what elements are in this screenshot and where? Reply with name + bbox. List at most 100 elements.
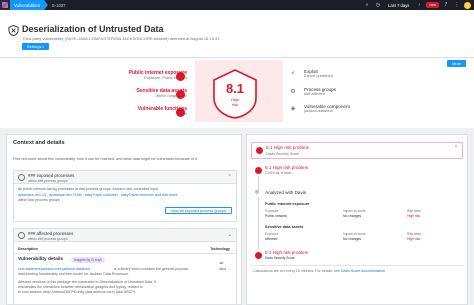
affected-processes-panel: ### affected processes within ### proces… [13,228,237,304]
risk-label: High risk [210,97,260,107]
final-score-sub: Davis Security Score [265,256,295,260]
vuln-desc-2: data-binding functionality and tree-mode… [18,272,129,276]
timeframe-icon: ◷ [375,2,381,8]
process-icon [18,232,25,239]
timeframe-selector[interactable]: Last 7 days [385,3,412,8]
row1-risk: High risk [407,214,421,218]
affected-processes-sub: within ### process groups [28,236,68,241]
section-public-exposure: Public internet exposure [265,202,310,206]
davis-score-card: 8.1 High risk problem Davis Security Sco… [246,134,468,305]
risk-shield-icon [255,252,262,259]
context-card: Context and details Find out more about … [6,134,242,305]
vulnerability-details-title: Vulnerability details [18,257,64,262]
exploit-icon: ⚡ [290,70,296,77]
row1-impact: No changes [343,214,362,218]
column-technology: Technology [210,247,230,251]
affected-processes-header[interactable]: ### affected processes within ### proces… [14,229,236,242]
vulnerability-shield-icon [8,25,19,36]
col-risk-label: Risk label [407,232,421,236]
chevron-right-icon[interactable]: › [415,1,423,9]
search-icon[interactable]: ⌕ [363,1,371,9]
chevron-up-icon[interactable]: ⌃ [228,174,232,180]
davis-doc-link[interactable]: Davis Score documentation [341,269,385,273]
exposed-processes-title: ### exposed processes [28,173,75,178]
factor-desc: jackson-databind [304,109,333,113]
row1-exposure: Public network [265,214,288,218]
col-exposure: Exposure [265,232,279,236]
col-impact: Impact on score [343,209,366,213]
exposed-line-1: All public network-facing processes in #… [18,187,159,191]
component-icon: ◈ [290,105,296,112]
divider [251,265,463,266]
process-groups-icon: ⚙ [290,88,296,95]
davis-score-header[interactable]: 8.1 High risk problem Davis Security Sco… [251,142,463,159]
col-risk-label: Risk label [407,209,421,213]
divider [14,253,236,254]
section-sensitive-data: Sensitive data assets [265,225,304,229]
apps-icon[interactable]: ⋮ [453,1,461,9]
timeline-line [258,176,259,190]
risk-summary: Mute Public internet exposure Exposure: … [0,58,474,128]
davis-head-sub: Davis Security Score [266,151,300,156]
risk-label-line2: risk [231,102,239,107]
exposed-processes-sub: within ### process groups [28,178,68,183]
page-header: Deserialization of Untrusted Data Third-… [0,10,474,58]
analyzed-title: Analyzed with Davis [265,190,307,195]
cvss-title: 8.1 High risk problem [265,165,309,170]
page-title: Deserialization of Untrusted Data [22,24,164,34]
vuln-desc-4: mishandles the interaction between seria… [18,285,143,289]
row2-risk: High risk [407,237,421,241]
affected-processes-title: ### affected processes [28,231,74,236]
exposed-processes-header[interactable]: ### exposed processes within ### process… [14,171,236,184]
cvss-sub: CVSS as a base [265,171,292,175]
dynatrace-logo[interactable] [0,0,10,10]
davis-head-title: 8.1 High risk problem [266,145,310,150]
risk-shield-icon [256,147,263,154]
vuln-desc-3: Affected versions of this package are vu… [18,280,157,284]
technology-label: Java [218,267,226,271]
factor-exploit: Exploit Exploit published [304,69,333,78]
settings-button[interactable]: Settings [22,43,49,50]
row2-exposure: Affected [265,237,278,241]
davis-icon: ◎ [255,190,260,195]
mute-button[interactable]: Mute [447,60,466,67]
function-icon [176,108,185,117]
breadcrumb-vulnerabilities[interactable]: Vulnerabilities [10,0,48,10]
col-impact: Impact on score [343,232,366,236]
row2-impact: No changes [343,237,362,241]
factor-desc: ### affected [304,92,325,96]
user-avatar[interactable] [464,1,471,9]
globe-icon [18,174,25,181]
final-score-title: 8.1 High risk problem [265,250,309,255]
risk-score: 8.1 [225,81,245,96]
page-subtitle: Third-party vulnerability (SNYK-JAVA-COM… [22,36,220,41]
exposed-process-links[interactable]: dynatrace-dev-13 , dynatrace-dev-TH80 , … [18,193,177,197]
package-link[interactable]: com.fasterxml.jackson.core:jackson-datab… [18,267,90,271]
context-description: Find out more about this vulnerability, … [13,157,198,161]
top-bar: Vulnerabilities S-1037 ⌕ ◷ Last 7 days ›… [0,0,474,10]
chevron-up-icon[interactable]: ⌃ [454,146,458,151]
timeline-line [258,197,259,249]
java-icon: ☕ [218,259,224,266]
exposed-processes-panel: ### exposed processes within ### process… [13,170,237,222]
davis-footer: Calculations are run every 15 minutes. F… [253,269,385,273]
risk-shield-icon [255,167,262,174]
view-exposed-process-groups-button[interactable]: View all exposed process groups [164,207,232,214]
chevron-down-icon[interactable]: ⌄ [228,232,232,238]
footer-text: Calculations are run every 15 minutes. F… [253,269,340,273]
context-title: Context and details [13,140,65,146]
breadcrumb-current[interactable]: S-1037 [48,0,70,10]
vuln-desc-5: br.com.anteros.dbcp.AnterosDBCPConfig (a… [18,290,136,294]
factor-vulnerable-component: Vulnerable component jackson-databind [304,104,350,113]
database-icon [176,90,185,99]
snyk-insights-badge: Insights by ⊙ snyk [71,257,105,263]
top-right-tools: ⌕ ◷ Last 7 days › new ? ⋮ [363,0,474,10]
column-description: Description [18,247,38,251]
notification-badge[interactable]: new [426,2,439,8]
help-icon[interactable]: ? [442,1,450,9]
col-exposure: Exposure [265,209,279,213]
exposed-line-3: within ### process groups [18,198,60,202]
vuln-desc-1: is a library which contains the general-… [114,267,189,271]
factor-process-groups: Process groups ### affected [304,87,336,96]
globe-icon [176,72,185,81]
